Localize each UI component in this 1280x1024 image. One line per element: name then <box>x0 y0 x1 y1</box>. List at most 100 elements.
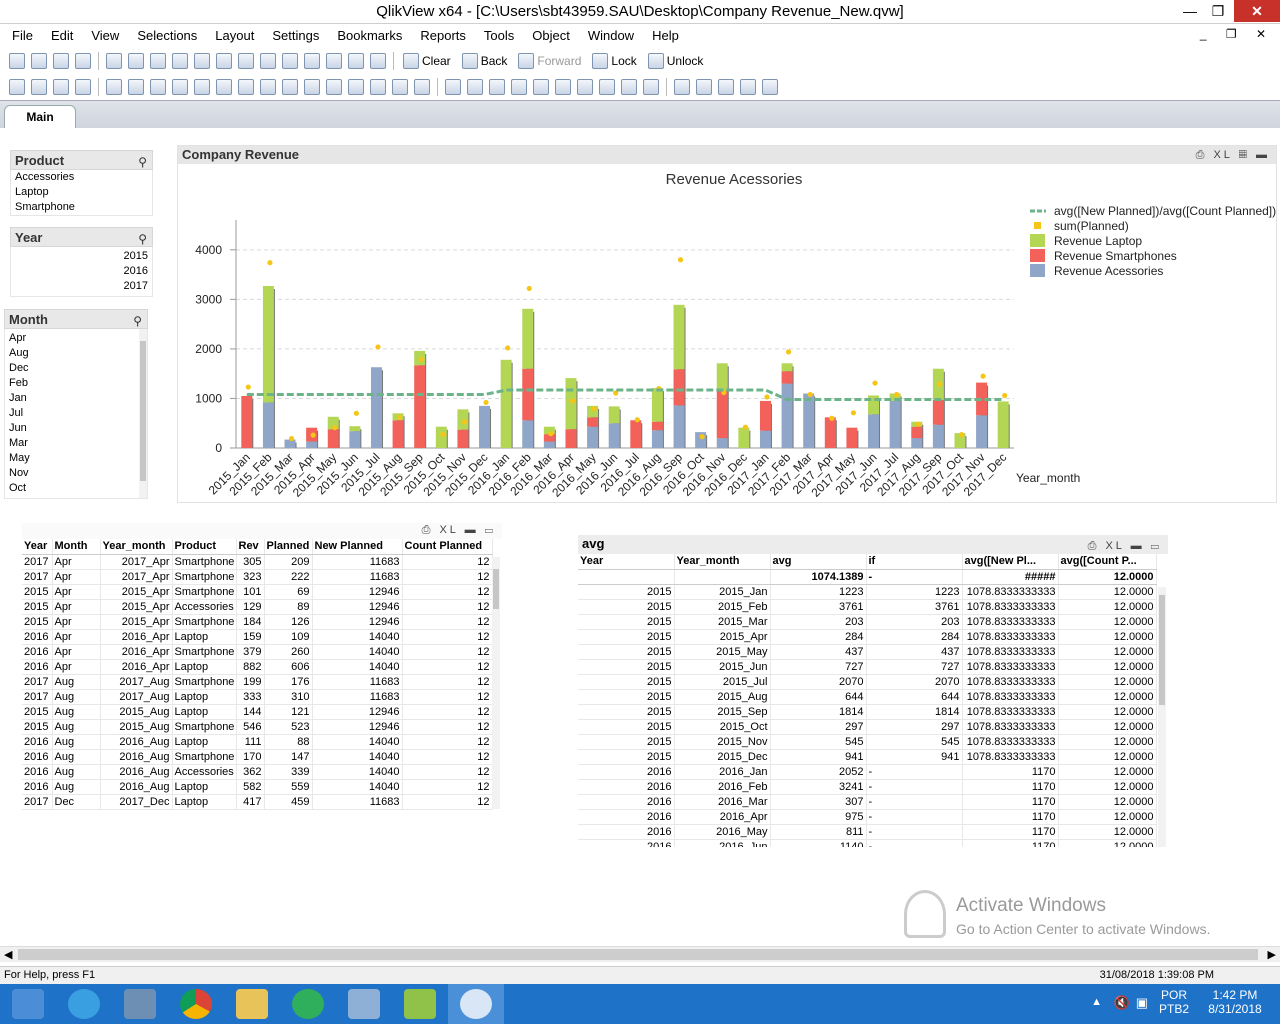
listbox-item[interactable]: 2015 <box>11 249 152 264</box>
table-row[interactable]: 2015 Aug 2015_Aug Laptop 144 121 12946 12 <box>22 704 493 720</box>
undo-icon[interactable] <box>172 53 188 69</box>
table-row[interactable]: 2015 Apr 2015_Apr Accessories 129 89 12946 12 <box>22 599 493 615</box>
reload-icon[interactable] <box>53 53 69 69</box>
menu-bookmarks[interactable]: Bookmarks <box>337 28 402 43</box>
table-row[interactable]: 2015 2015_Nov 545 545 1078.8333333333 12.0000 <box>578 734 1157 750</box>
remote-desktop-button[interactable] <box>112 984 168 1024</box>
connect-icon[interactable] <box>740 79 756 95</box>
column-header[interactable]: Month <box>52 539 101 555</box>
demote-sheet-icon[interactable] <box>53 79 69 95</box>
table-row[interactable]: 2016 Apr 2016_Apr Laptop 159 109 14040 12 <box>22 629 493 645</box>
table-scrollbar[interactable] <box>1158 587 1166 847</box>
list-box-icon[interactable] <box>106 79 122 95</box>
table-row[interactable]: 2015 2015_Apr 284 284 1078.8333333333 12.0000 <box>578 629 1157 645</box>
listbox-item[interactable]: Jun <box>5 421 147 436</box>
menu-object[interactable]: Object <box>532 28 570 43</box>
sheet-horizontal-scrollbar[interactable]: ◀ ▶ <box>0 946 1280 962</box>
listbox-item[interactable]: Accessories <box>11 170 152 185</box>
edit-script-icon[interactable] <box>128 53 144 69</box>
speaker-muted-icon[interactable]: 🔇 <box>1114 995 1130 1011</box>
reload-data-icon[interactable] <box>150 53 166 69</box>
menu-selections[interactable]: Selections <box>137 28 197 43</box>
menu-file[interactable]: File <box>12 28 33 43</box>
menu-layout[interactable]: Layout <box>215 28 254 43</box>
listbox-item[interactable]: Mar <box>5 436 147 451</box>
table-row[interactable]: 2015 2015_Dec 941 941 1078.8333333333 12.0000 <box>578 749 1157 765</box>
table-row[interactable]: 2015 2015_Jun 727 727 1078.8333333333 12.0000 <box>578 659 1157 675</box>
scrollbar-thumb[interactable] <box>493 569 499 609</box>
transactions-table-box[interactable]: ⎙ XL ▬ ▭ Year Month Year_month Product Rev Pl… <box>22 523 502 811</box>
align-top-icon[interactable] <box>533 79 549 95</box>
chart-wizard-icon[interactable] <box>282 53 298 69</box>
table-row[interactable]: 2016 2016_Mar 307-1170 12.0000 <box>578 794 1157 810</box>
table-row[interactable]: 2015 2015_Oct 297 297 1078.8333333333 12.0000 <box>578 719 1157 735</box>
listbox-scrollbar[interactable] <box>139 329 147 498</box>
listbox-item[interactable]: Nov <box>5 466 147 481</box>
column-header[interactable]: Product <box>172 539 237 555</box>
column-header[interactable]: Year <box>578 554 675 570</box>
server-manager-button[interactable] <box>0 984 56 1024</box>
column-header[interactable]: avg([Count P... <box>1058 554 1157 570</box>
scrollbar-thumb[interactable] <box>1159 595 1165 705</box>
table-row[interactable]: 2016 Aug 2016_Aug Smartphone 170 147 14040 12 <box>22 749 493 765</box>
table-row[interactable]: 2015 2015_Feb 3761 3761 1078.8333333333 12.00… <box>578 599 1157 615</box>
notepad-plus-button[interactable] <box>392 984 448 1024</box>
table-row[interactable]: 2016 2016_Apr 975-1170 12.0000 <box>578 809 1157 825</box>
table-row[interactable]: 2016 Aug 2016_Aug Accessories 362 339 14040 12 <box>22 764 493 780</box>
custom-object-icon[interactable] <box>414 79 430 95</box>
promote-sheet-icon[interactable] <box>31 79 47 95</box>
table-row[interactable]: 2015 Aug 2015_Aug Smartphone 546 523 12946 12 <box>22 719 493 735</box>
table-row[interactable]: 2017 Aug 2017_Aug Smartphone 199 176 11683 12 <box>22 674 493 690</box>
column-header[interactable]: Count Planned <box>402 539 493 555</box>
align-left-icon[interactable] <box>467 79 483 95</box>
chart-type-icon[interactable]: ▦ <box>1239 149 1250 161</box>
save-icon[interactable] <box>75 53 91 69</box>
column-header[interactable]: Rev <box>236 539 265 555</box>
lock-button[interactable]: Lock <box>589 53 637 69</box>
unlock-button[interactable]: Unlock <box>645 53 703 69</box>
distribute-horizontal-icon[interactable] <box>599 79 615 95</box>
column-header[interactable]: New Planned <box>312 539 403 555</box>
scroll-left-icon[interactable]: ◀ <box>4 948 12 961</box>
align-bottom-icon[interactable] <box>577 79 593 95</box>
menu-reports[interactable]: Reports <box>420 28 466 43</box>
clear-button[interactable]: Clear <box>400 53 451 69</box>
scroll-right-icon[interactable]: ▶ <box>1268 948 1276 961</box>
menu-window[interactable]: Window <box>588 28 634 43</box>
table-row[interactable]: 2016 2016_Feb 3241-1170 12.0000 <box>578 779 1157 795</box>
tray-language[interactable]: POR PTB2 <box>1154 988 1194 1016</box>
listbox-item[interactable]: Jul <box>5 406 147 421</box>
search-icon[interactable]: ⚲ <box>138 153 147 172</box>
add-sheet-icon[interactable] <box>9 79 25 95</box>
close-icon[interactable]: ✕ <box>1234 0 1280 22</box>
restore-icon[interactable]: ❐ <box>1204 0 1232 22</box>
table-row[interactable]: 2016 2016_Jan 2052-1170 12.0000 <box>578 764 1157 780</box>
open-folder-icon[interactable] <box>31 53 47 69</box>
table-row[interactable]: 2016 Apr 2016_Apr Smartphone 379 260 14040 12 <box>22 644 493 660</box>
listbox-item[interactable]: Aug <box>5 346 147 361</box>
bookmark-object-icon[interactable] <box>370 79 386 95</box>
column-header[interactable]: Year <box>22 539 53 555</box>
new-file-icon[interactable] <box>9 53 25 69</box>
maximize-icon[interactable]: ▭ <box>485 524 496 536</box>
file-explorer-button[interactable] <box>224 984 280 1024</box>
scrollbar-thumb[interactable] <box>140 341 146 481</box>
search-object-icon[interactable] <box>348 79 364 95</box>
table-row[interactable]: 2016 Aug 2016_Aug Laptop 111 88 14040 12 <box>22 734 493 750</box>
statistics-box-icon[interactable] <box>128 79 144 95</box>
table-row[interactable]: 2015 2015_Aug 644 644 1078.8333333333 12.0000 <box>578 689 1157 705</box>
table-row[interactable]: 2017 Apr 2017_Apr Smartphone 305 209 11683 12 <box>22 554 493 570</box>
column-header[interactable]: Year_month <box>674 554 771 570</box>
new-object-icon[interactable] <box>696 79 712 95</box>
listbox-item[interactable]: Oct <box>5 481 147 496</box>
menu-edit[interactable]: Edit <box>51 28 73 43</box>
sheet-properties-icon[interactable] <box>75 79 91 95</box>
table-row[interactable]: 2016 Aug 2016_Aug Laptop 582 559 14040 12 <box>22 779 493 795</box>
document-window-controls[interactable]: _ ❐ ✕ <box>1200 27 1274 41</box>
company-revenue-chart[interactable]: Company Revenue ⎙ XL ▦ ▬ Revenue Acessor… <box>177 145 1277 503</box>
paint-button[interactable] <box>448 984 504 1024</box>
column-header[interactable]: Planned <box>264 539 313 555</box>
table-row[interactable]: 2015 Apr 2015_Apr Smartphone 184 126 12946 12 <box>22 614 493 630</box>
table-row[interactable]: 2015 2015_Mar 203 203 1078.8333333333 12.0000 <box>578 614 1157 630</box>
send-to-excel-icon[interactable]: XL <box>1105 540 1124 552</box>
